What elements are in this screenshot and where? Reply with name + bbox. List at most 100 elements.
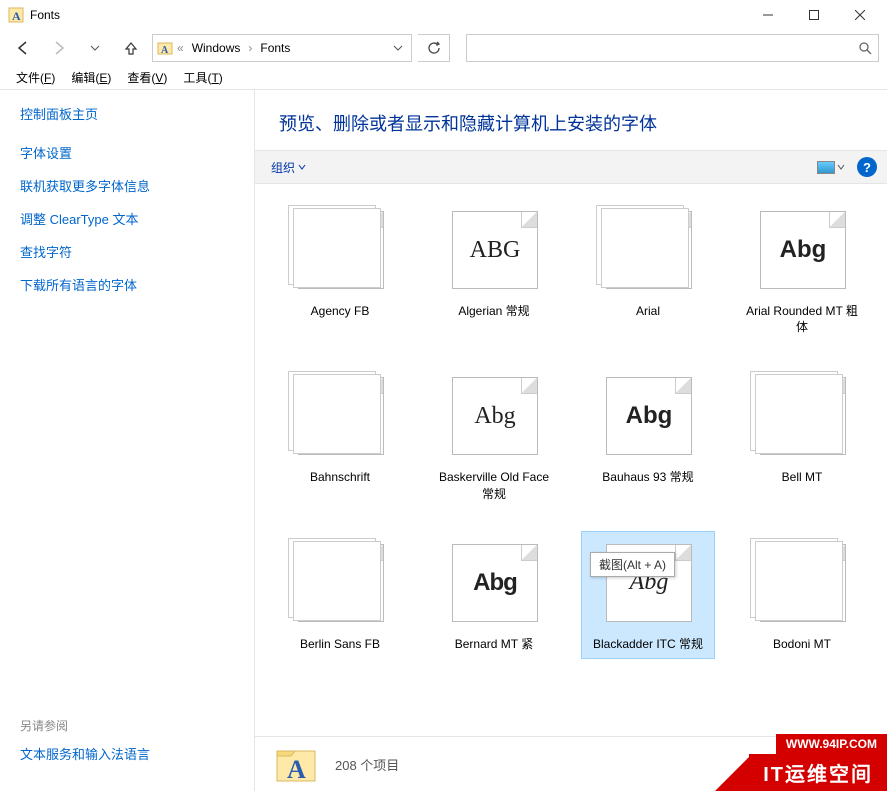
refresh-button[interactable] [418, 34, 450, 62]
menu-view[interactable]: 查看(V) [121, 66, 173, 89]
sidebar-link-find-char[interactable]: 查找字符 [20, 242, 234, 261]
font-name-label: Bodoni MT [773, 636, 831, 652]
font-item[interactable]: Abg Agency FB [273, 198, 407, 342]
font-grid: Abg Agency FB ABG Algerian 常规 Abg Arial Abg Ari… [273, 198, 869, 659]
font-name-label: Arial [636, 303, 660, 319]
font-preview-text: Abg [626, 402, 673, 430]
search-input[interactable] [473, 41, 858, 55]
font-preview-icon: Abg [750, 371, 854, 463]
sidebar: 控制面板主页 字体设置 联机获取更多字体信息 调整 ClearType 文本 查… [0, 90, 255, 791]
font-item[interactable]: Abg Arial [581, 198, 715, 342]
close-button[interactable] [837, 0, 883, 30]
screenshot-tooltip: 截图(Alt + A) [590, 552, 675, 577]
minimize-button[interactable] [745, 0, 791, 30]
view-mode-button[interactable] [813, 159, 849, 176]
view-thumbnail-icon [817, 161, 835, 174]
font-preview-text: Abg [320, 569, 363, 597]
menu-tools[interactable]: 工具(T) [177, 66, 228, 89]
address-dropdown[interactable] [389, 43, 407, 53]
font-preview-icon: Abg [442, 538, 546, 630]
location-folder-icon: A [157, 40, 173, 56]
chevron-down-icon [298, 163, 306, 171]
font-item[interactable]: Abg Bahnschrift [273, 364, 407, 508]
font-preview-icon: Abg [288, 371, 392, 463]
font-name-label: Bernard MT 紧 [455, 636, 533, 652]
svg-text:A: A [287, 755, 306, 784]
font-preview-text: ABG [470, 237, 521, 264]
font-preview-icon: Abg [596, 371, 700, 463]
font-name-label: Agency FB [311, 303, 370, 319]
sidebar-home[interactable]: 控制面板主页 [20, 104, 234, 123]
sidebar-link-font-settings[interactable]: 字体设置 [20, 143, 234, 162]
window-title: Fonts [30, 8, 745, 22]
font-preview-icon: Abg [288, 205, 392, 297]
fonts-folder-icon: A [275, 743, 317, 785]
breadcrumb-windows[interactable]: Windows [188, 39, 245, 57]
forward-button[interactable] [44, 34, 74, 62]
address-bar[interactable]: A « Windows › Fonts [152, 34, 412, 62]
sidebar-link-text-services[interactable]: 文本服务和输入法语言 [20, 744, 234, 763]
watermark: WWW.94IP.COM IT运维空间 [749, 734, 887, 791]
font-item[interactable]: Abg Arial Rounded MT 粗体 [735, 198, 869, 342]
watermark-text: IT运维空间 [749, 754, 887, 791]
up-button[interactable] [116, 34, 146, 62]
recent-dropdown[interactable] [80, 34, 110, 62]
watermark-url: WWW.94IP.COM [776, 734, 887, 754]
font-preview-text: Abg [780, 236, 827, 264]
font-name-label: Algerian 常规 [458, 303, 529, 319]
font-item[interactable]: Abg Bauhaus 93 常规 [581, 364, 715, 508]
font-item[interactable]: AbgBlackadder ITC 常规 [581, 531, 715, 659]
window-controls [745, 0, 883, 30]
font-name-label: Blackadder ITC 常规 [593, 636, 703, 652]
font-item[interactable]: Abg Berlin Sans FB [273, 531, 407, 659]
font-item[interactable]: ABG Algerian 常规 [427, 198, 561, 342]
font-preview-icon: Abg [442, 371, 546, 463]
font-name-label: Berlin Sans FB [300, 636, 380, 652]
font-item[interactable]: Abg Bernard MT 紧 [427, 531, 561, 659]
font-name-label: Bauhaus 93 常规 [602, 469, 693, 485]
font-preview-icon: Abg [750, 538, 854, 630]
chevron-right-icon: › [246, 41, 254, 55]
nav-row: A « Windows › Fonts [0, 30, 887, 66]
font-preview-text: Abg [782, 403, 823, 430]
font-item[interactable]: Abg Bodoni MT [735, 531, 869, 659]
font-preview-text: Abg [474, 403, 515, 430]
page-title: 预览、删除或者显示和隐藏计算机上安装的字体 [255, 90, 887, 150]
font-preview-icon: Abg [596, 205, 700, 297]
font-name-label: Baskerville Old Face 常规 [434, 469, 554, 501]
svg-text:A: A [161, 45, 169, 56]
font-preview-text: Abg [782, 569, 823, 596]
search-icon[interactable] [858, 41, 872, 55]
font-preview-text: Abg [320, 236, 363, 264]
menubar: 文件(F) 编辑(E) 查看(V) 工具(T) [0, 66, 887, 90]
search-box[interactable] [466, 34, 879, 62]
font-name-label: Bahnschrift [310, 469, 370, 485]
back-button[interactable] [8, 34, 38, 62]
sidebar-see-also-header: 另请参阅 [20, 717, 234, 734]
help-button[interactable]: ? [857, 157, 877, 177]
main-area: 控制面板主页 字体设置 联机获取更多字体信息 调整 ClearType 文本 查… [0, 90, 887, 791]
font-grid-scroll[interactable]: Abg Agency FB ABG Algerian 常规 Abg Arial Abg Ari… [255, 184, 887, 791]
font-name-label: Bell MT [782, 469, 823, 485]
organize-button[interactable]: 组织 [265, 155, 312, 180]
sidebar-link-online-fonts[interactable]: 联机获取更多字体信息 [20, 176, 234, 195]
font-preview-text: Abg [473, 569, 517, 597]
font-preview-icon: ABG [442, 205, 546, 297]
sidebar-link-cleartype[interactable]: 调整 ClearType 文本 [20, 209, 234, 228]
fonts-app-icon: A [8, 7, 24, 23]
font-item[interactable]: Abg Bell MT [735, 364, 869, 508]
organize-label: 组织 [271, 159, 295, 176]
maximize-button[interactable] [791, 0, 837, 30]
content-pane: 预览、删除或者显示和隐藏计算机上安装的字体 组织 ? AbgAgency FBA… [255, 90, 887, 791]
font-name-label: Arial Rounded MT 粗体 [742, 303, 862, 335]
breadcrumb-overflow[interactable]: « [175, 41, 186, 55]
menu-file[interactable]: 文件(F) [10, 66, 61, 89]
sidebar-link-download-lang[interactable]: 下载所有语言的字体 [20, 275, 234, 294]
menu-edit[interactable]: 编辑(E) [65, 66, 117, 89]
font-preview-icon: Abg [288, 538, 392, 630]
item-count: 208 个项目 [335, 755, 399, 774]
breadcrumb-fonts[interactable]: Fonts [256, 39, 294, 57]
font-item[interactable]: Abg Baskerville Old Face 常规 [427, 364, 561, 508]
titlebar: A Fonts [0, 0, 887, 30]
font-preview-icon: Abg [750, 205, 854, 297]
